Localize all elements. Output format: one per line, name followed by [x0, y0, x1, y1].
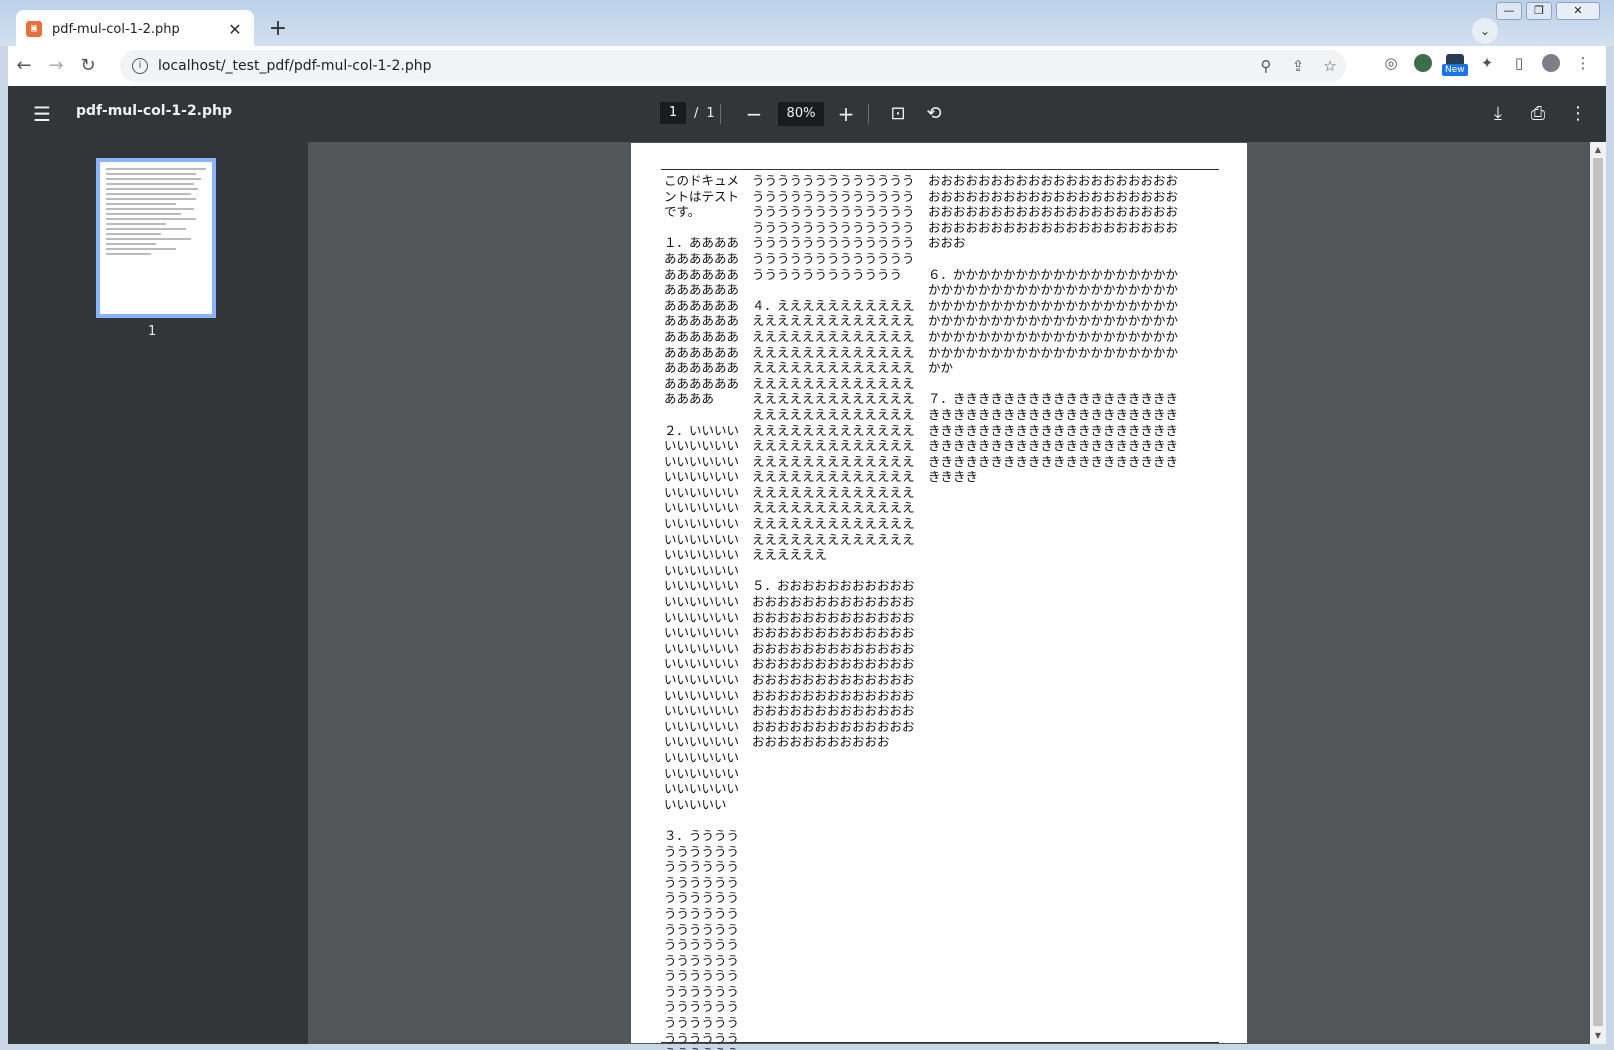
php-favicon-icon: ▣ [26, 21, 42, 37]
pdf-viewer: ☰ pdf-mul-col-1-2.php 1 / 1 − 80% + ⊡ ⟲ … [8, 86, 1606, 1050]
profile-avatar-icon[interactable] [1538, 50, 1564, 76]
column-1: このドキュメントはテストです。 １．ああああああああああああああああああああああ… [664, 173, 742, 1050]
close-window-button[interactable]: ✕ [1556, 2, 1600, 20]
address-bar[interactable]: i localhost/_test_pdf/pdf-mul-col-1-2.ph… [120, 50, 1346, 82]
zoom-icon[interactable]: ⚲ [1250, 57, 1282, 75]
new-badge: New [1442, 64, 1468, 76]
paragraph: １．ああああああああああああああああああああああああああああああああああああああ… [664, 235, 740, 407]
share-icon[interactable]: ⇪ [1282, 57, 1314, 75]
window-controls: — ❐ ✕ [1496, 2, 1600, 20]
footer-rule [661, 1042, 1219, 1043]
total-pages: 1 [706, 105, 715, 121]
scroll-down-icon[interactable]: ▼ [1590, 1028, 1606, 1044]
maximize-button[interactable]: ❐ [1526, 2, 1552, 20]
zoom-level[interactable]: 80% [778, 102, 824, 126]
paragraph: ２．いいいいいいいいいいいいいいいいいいいいいいいいいいいいいいいいいいいいいい… [664, 422, 740, 812]
tab-title: pdf-mul-col-1-2.php [52, 21, 180, 37]
header-rule [661, 169, 1219, 170]
sidebar-menu-icon[interactable]: ☰ [30, 102, 54, 126]
page-thumbnail[interactable] [96, 158, 216, 318]
side-panel-icon[interactable]: ▯ [1506, 50, 1532, 76]
pdf-page: このドキュメントはテストです。 １．ああああああああああああああああああああああ… [631, 143, 1247, 1050]
page-selector: 1 / 1 [660, 102, 715, 124]
toolbar-divider [720, 104, 721, 124]
paragraph: ４．ええええええええええええええええええええええええええええええええええええええ… [752, 297, 915, 563]
fit-page-icon[interactable]: ⊡ [884, 100, 912, 128]
url-text[interactable]: localhost/_test_pdf/pdf-mul-col-1-2.php [158, 58, 1250, 74]
paragraph: うううううううううううううううううううううううううううううううううううううううう… [752, 173, 915, 282]
zoom-in-button[interactable]: + [832, 100, 860, 128]
scroll-up-icon[interactable]: ▲ [1590, 142, 1606, 158]
reload-icon[interactable]: ↻ [72, 50, 104, 82]
new-tab-button[interactable]: + [264, 16, 292, 44]
bookmark-star-icon[interactable]: ☆ [1314, 57, 1346, 75]
page-number-input[interactable]: 1 [660, 102, 686, 124]
pdf-toolbar: ☰ pdf-mul-col-1-2.php 1 / 1 − 80% + ⊡ ⟲ … [8, 86, 1606, 142]
more-actions-icon[interactable]: ⋮ [1564, 100, 1592, 128]
paragraph: ７．きききききききききききききききききききききききききききききききききききききき… [928, 391, 1179, 485]
scrollbar-thumb[interactable] [1593, 158, 1603, 1026]
extension-github-icon[interactable]: ◎ [1378, 50, 1404, 76]
column-3: おおおおおおおおおおおおおおおおおおおおおおおおおおおおおおおおおおおおおおおお… [928, 173, 1184, 500]
vertical-scrollbar[interactable]: ▲ ▼ [1590, 142, 1606, 1044]
page-separator: / [694, 105, 699, 121]
print-icon[interactable]: ⎙ [1524, 100, 1552, 128]
site-info-icon[interactable]: i [132, 58, 148, 74]
paragraph: このドキュメントはテストです。 [664, 173, 740, 220]
paragraph: ５．おおおおおおおおおおおおおおおおおおおおおおおおおおおおおおおおおおおおおお… [752, 578, 915, 750]
toolbar-divider [868, 104, 869, 124]
paragraph: ３．うううううううううううううううううううううううううううううううううううううう… [664, 827, 740, 1050]
thumbnail-page-number: 1 [148, 324, 157, 339]
column-2: うううううううううううううううううううううううううううううううううううううううう… [752, 173, 918, 766]
zoom-out-button[interactable]: − [740, 100, 768, 128]
extension-green-icon[interactable] [1410, 50, 1436, 76]
browser-tab[interactable]: ▣ pdf-mul-col-1-2.php ✕ [16, 10, 254, 48]
extensions-puzzle-icon[interactable]: ✦ [1474, 50, 1500, 76]
extension-new-icon[interactable]: New [1442, 50, 1468, 76]
close-tab-icon[interactable]: ✕ [226, 20, 244, 39]
extension-area: ◎ New ✦ ▯ ⋮ [1378, 50, 1596, 76]
tab-search-icon[interactable]: ⌄ [1472, 18, 1498, 44]
browser-toolbar: ← → ↻ i localhost/_test_pdf/pdf-mul-col-… [8, 46, 1606, 86]
minimize-button[interactable]: — [1496, 2, 1522, 20]
download-icon[interactable]: ⤓ [1484, 100, 1512, 128]
thumbnail-sidebar: 1 [8, 142, 308, 1044]
rotate-icon[interactable]: ⟲ [920, 100, 948, 128]
document-title: pdf-mul-col-1-2.php [76, 103, 233, 119]
back-icon[interactable]: ← [8, 50, 40, 82]
paragraph: ６．かかかかかかかかかかかかかかかかかかかかかかかかかかかかかかかかかかかかかか… [928, 266, 1179, 376]
forward-icon[interactable]: → [40, 50, 72, 82]
tab-strip: ▣ pdf-mul-col-1-2.php ✕ + ⌄ — ❐ ✕ [0, 0, 1614, 48]
paragraph: おおおおおおおおおおおおおおおおおおおおおおおおおおおおおおおおおおおおおおおお… [928, 173, 1179, 251]
browser-menu-icon[interactable]: ⋮ [1570, 50, 1596, 76]
